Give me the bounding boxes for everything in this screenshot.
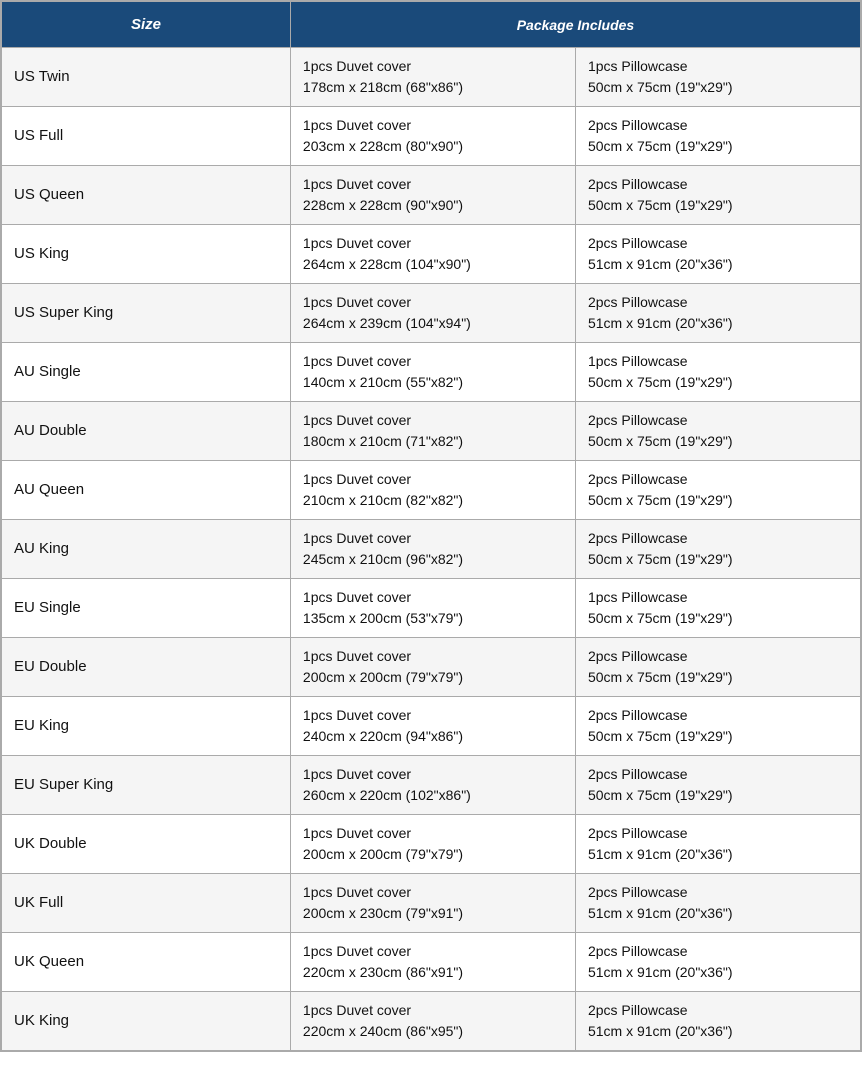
size-cell: AU Double [2,402,291,461]
package-cell-2: 1pcs Pillowcase50cm x 75cm (19"x29") [575,343,860,402]
package-cell-2: 2pcs Pillowcase50cm x 75cm (19"x29") [575,697,860,756]
package-cell-2: 2pcs Pillowcase51cm x 91cm (20"x36") [575,815,860,874]
table-row: EU Double1pcs Duvet cover200cm x 200cm (… [2,638,861,697]
package-cell-2: 2pcs Pillowcase51cm x 91cm (20"x36") [575,874,860,933]
table-row: US Super King1pcs Duvet cover264cm x 239… [2,284,861,343]
table-row: EU Super King1pcs Duvet cover260cm x 220… [2,756,861,815]
package-cell-1: 1pcs Duvet cover140cm x 210cm (55"x82") [290,343,575,402]
package-cell-1: 1pcs Duvet cover203cm x 228cm (80"x90") [290,107,575,166]
size-cell: AU Queen [2,461,291,520]
size-cell: UK Full [2,874,291,933]
table-row: AU King1pcs Duvet cover245cm x 210cm (96… [2,520,861,579]
table-row: UK Double1pcs Duvet cover200cm x 200cm (… [2,815,861,874]
package-cell-1: 1pcs Duvet cover228cm x 228cm (90"x90") [290,166,575,225]
package-cell-2: 2pcs Pillowcase50cm x 75cm (19"x29") [575,756,860,815]
table-row: US King1pcs Duvet cover264cm x 228cm (10… [2,225,861,284]
package-cell-1: 1pcs Duvet cover240cm x 220cm (94"x86") [290,697,575,756]
package-cell-1: 1pcs Duvet cover200cm x 200cm (79"x79") [290,815,575,874]
package-cell-1: 1pcs Duvet cover200cm x 230cm (79"x91") [290,874,575,933]
package-cell-1: 1pcs Duvet cover260cm x 220cm (102"x86") [290,756,575,815]
table-row: EU Single1pcs Duvet cover135cm x 200cm (… [2,579,861,638]
header-size: Size [2,2,291,48]
package-cell-1: 1pcs Duvet cover180cm x 210cm (71"x82") [290,402,575,461]
package-cell-2: 1pcs Pillowcase50cm x 75cm (19"x29") [575,48,860,107]
package-cell-2: 1pcs Pillowcase50cm x 75cm (19"x29") [575,579,860,638]
package-cell-2: 2pcs Pillowcase50cm x 75cm (19"x29") [575,166,860,225]
package-cell-1: 1pcs Duvet cover200cm x 200cm (79"x79") [290,638,575,697]
table-row: UK King1pcs Duvet cover220cm x 240cm (86… [2,992,861,1051]
size-cell: UK Queen [2,933,291,992]
package-cell-2: 2pcs Pillowcase51cm x 91cm (20"x36") [575,225,860,284]
size-cell: EU Double [2,638,291,697]
size-cell: EU Single [2,579,291,638]
package-cell-1: 1pcs Duvet cover220cm x 230cm (86"x91") [290,933,575,992]
package-cell-2: 2pcs Pillowcase51cm x 91cm (20"x36") [575,992,860,1051]
size-cell: US Full [2,107,291,166]
size-cell: EU King [2,697,291,756]
size-cell: UK King [2,992,291,1051]
table-row: AU Queen1pcs Duvet cover210cm x 210cm (8… [2,461,861,520]
package-cell-2: 2pcs Pillowcase50cm x 75cm (19"x29") [575,107,860,166]
package-cell-2: 2pcs Pillowcase51cm x 91cm (20"x36") [575,933,860,992]
package-cell-1: 1pcs Duvet cover135cm x 200cm (53"x79") [290,579,575,638]
package-cell-1: 1pcs Duvet cover220cm x 240cm (86"x95") [290,992,575,1051]
table-row: US Queen1pcs Duvet cover228cm x 228cm (9… [2,166,861,225]
package-cell-2: 2pcs Pillowcase50cm x 75cm (19"x29") [575,638,860,697]
package-cell-1: 1pcs Duvet cover245cm x 210cm (96"x82") [290,520,575,579]
table-row: AU Double1pcs Duvet cover180cm x 210cm (… [2,402,861,461]
package-cell-2: 2pcs Pillowcase51cm x 91cm (20"x36") [575,284,860,343]
package-cell-1: 1pcs Duvet cover210cm x 210cm (82"x82") [290,461,575,520]
package-cell-1: 1pcs Duvet cover264cm x 239cm (104"x94") [290,284,575,343]
package-cell-1: 1pcs Duvet cover264cm x 228cm (104"x90") [290,225,575,284]
size-cell: UK Double [2,815,291,874]
size-cell: EU Super King [2,756,291,815]
table-row: US Twin1pcs Duvet cover178cm x 218cm (68… [2,48,861,107]
size-cell: US Queen [2,166,291,225]
table-row: AU Single1pcs Duvet cover140cm x 210cm (… [2,343,861,402]
package-cell-2: 2pcs Pillowcase50cm x 75cm (19"x29") [575,402,860,461]
table-row: EU King1pcs Duvet cover240cm x 220cm (94… [2,697,861,756]
size-cell: AU Single [2,343,291,402]
table-row: US Full1pcs Duvet cover203cm x 228cm (80… [2,107,861,166]
size-package-table: Size Package Includes US Twin1pcs Duvet … [0,0,862,1052]
table-row: UK Full1pcs Duvet cover200cm x 230cm (79… [2,874,861,933]
size-cell: US Super King [2,284,291,343]
package-cell-1: 1pcs Duvet cover178cm x 218cm (68"x86") [290,48,575,107]
size-cell: US Twin [2,48,291,107]
size-cell: US King [2,225,291,284]
table-row: UK Queen1pcs Duvet cover220cm x 230cm (8… [2,933,861,992]
size-cell: AU King [2,520,291,579]
package-cell-2: 2pcs Pillowcase50cm x 75cm (19"x29") [575,520,860,579]
package-cell-2: 2pcs Pillowcase50cm x 75cm (19"x29") [575,461,860,520]
header-package-includes: Package Includes [290,2,860,48]
